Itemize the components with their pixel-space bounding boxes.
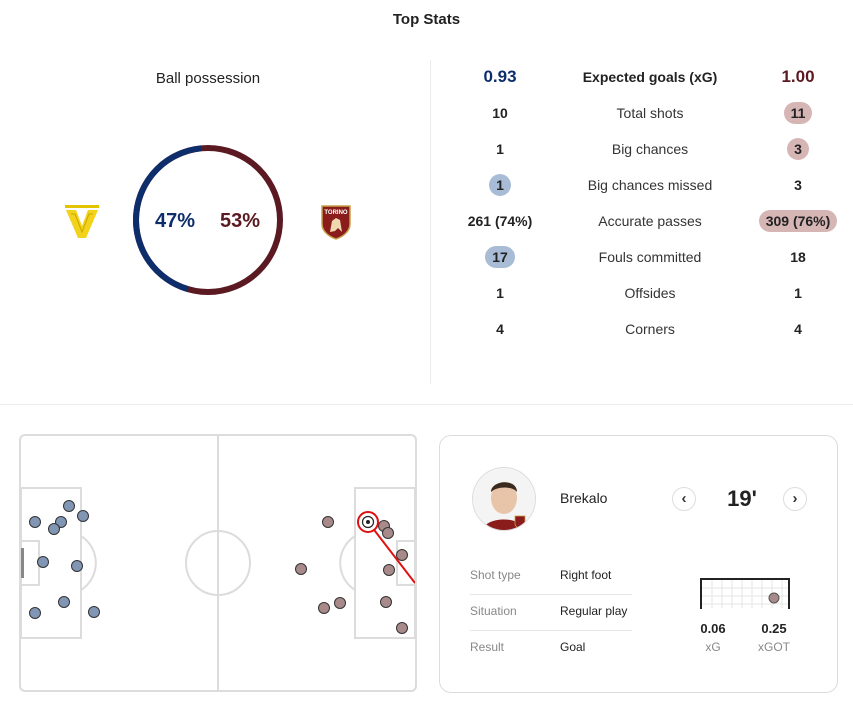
goal-frame-diagram bbox=[700, 578, 790, 609]
stat-label: Big chances bbox=[611, 141, 689, 157]
home-shot-marker[interactable] bbox=[77, 510, 89, 522]
stat-label: Offsides bbox=[624, 285, 676, 301]
torino-logo-icon: TORINO bbox=[321, 205, 351, 240]
stat-label: Total shots bbox=[616, 105, 684, 121]
stat-row-total-shots: 10 Total shots 11 bbox=[440, 101, 853, 137]
stat-home-value: 4 bbox=[496, 321, 504, 337]
shot-info-label: Situation bbox=[470, 604, 517, 618]
stat-label: Accurate passes bbox=[598, 213, 702, 229]
stat-away-value: 11 bbox=[758, 101, 838, 125]
stat-away-value: 1.00 bbox=[781, 67, 815, 86]
shot-info-row: Situation Regular play bbox=[470, 594, 632, 631]
left-penalty-arc bbox=[80, 535, 97, 591]
player-photo-icon bbox=[473, 468, 535, 530]
away-shot-marker[interactable] bbox=[380, 596, 392, 608]
away-shot-marker[interactable] bbox=[322, 516, 334, 528]
away-shot-marker[interactable] bbox=[383, 564, 395, 576]
stat-away-value: 18 bbox=[790, 249, 806, 265]
away-team-logo[interactable]: TORINO bbox=[320, 204, 352, 245]
player-name[interactable]: Brekalo bbox=[560, 490, 607, 506]
ball-possession-title: Ball possession bbox=[155, 70, 261, 87]
shot-placement-marker bbox=[768, 592, 780, 604]
shot-info-value: Goal bbox=[560, 640, 586, 654]
stat-home-value: 17 bbox=[460, 245, 540, 269]
away-shot-marker[interactable] bbox=[396, 549, 408, 561]
home-shot-marker[interactable] bbox=[37, 556, 49, 568]
hellas-verona-logo-icon bbox=[65, 205, 99, 238]
stat-label: Fouls committed bbox=[598, 249, 702, 265]
stat-row-xg: 0.93 Expected goals (xG) 1.00 bbox=[440, 65, 853, 101]
home-shot-marker[interactable] bbox=[88, 606, 100, 618]
stat-home-value: 0.93 bbox=[483, 67, 517, 86]
chevron-right-icon: › bbox=[792, 490, 798, 507]
home-shot-marker[interactable] bbox=[58, 596, 70, 608]
horizontal-divider bbox=[0, 404, 853, 405]
stat-away-value: 309 (76%) bbox=[746, 209, 850, 233]
home-shot-marker[interactable] bbox=[71, 560, 83, 572]
stat-home-value: 1 bbox=[496, 141, 504, 157]
xgot-label: xGOT bbox=[758, 640, 790, 654]
left-goal bbox=[21, 548, 24, 578]
stat-row-big-chances-missed: 1 Big chances missed 3 bbox=[440, 173, 853, 209]
goal-ball-icon-center bbox=[366, 520, 370, 524]
home-team-logo[interactable] bbox=[62, 204, 102, 245]
player-avatar bbox=[472, 467, 536, 531]
shot-info-value: Right foot bbox=[560, 568, 612, 582]
stat-home-value: 10 bbox=[492, 105, 508, 121]
xg-label: xG bbox=[705, 640, 721, 654]
stat-away-value: 4 bbox=[794, 321, 802, 337]
home-possession-value: 47% bbox=[155, 210, 196, 232]
home-shot-marker[interactable] bbox=[29, 607, 41, 619]
home-shot-marker[interactable] bbox=[48, 523, 60, 535]
stat-label: Corners bbox=[625, 321, 675, 337]
stat-home-value: 1 bbox=[496, 285, 504, 301]
stat-away-value: 3 bbox=[758, 137, 838, 161]
xg-value: 0.06 bbox=[700, 621, 726, 636]
home-shot-marker[interactable] bbox=[63, 500, 75, 512]
page-title: Top Stats bbox=[392, 11, 461, 28]
section-divider bbox=[430, 60, 431, 384]
stat-row-accurate-passes: 261 (74%) Accurate passes 309 (76%) bbox=[440, 209, 853, 245]
pitch-svg bbox=[21, 436, 415, 690]
right-penalty-box bbox=[354, 487, 415, 639]
shot-info-row: Shot type Right foot bbox=[470, 558, 632, 595]
shot-map[interactable] bbox=[19, 434, 417, 692]
chevron-left-icon: ‹ bbox=[681, 490, 687, 507]
home-shot-marker[interactable] bbox=[29, 516, 41, 528]
next-shot-button[interactable]: › bbox=[783, 487, 807, 511]
torino-logo-text: TORINO bbox=[324, 210, 348, 216]
shot-info-row: Result Goal bbox=[470, 630, 632, 666]
stat-home-value: 1 bbox=[460, 173, 540, 197]
shot-minute: 19' bbox=[727, 486, 757, 511]
right-penalty-arc bbox=[339, 535, 356, 591]
stat-label: Expected goals (xG) bbox=[582, 69, 718, 85]
stat-row-fouls-committed: 17 Fouls committed 18 bbox=[440, 245, 853, 281]
away-shot-marker[interactable] bbox=[318, 602, 330, 614]
shot-info-label: Shot type bbox=[470, 568, 521, 582]
stat-label: Big chances missed bbox=[587, 177, 713, 193]
stat-row-big-chances: 1 Big chances 3 bbox=[440, 137, 853, 173]
shot-info-label: Result bbox=[470, 640, 505, 654]
away-shot-marker[interactable] bbox=[334, 597, 346, 609]
stat-row-corners: 4 Corners 4 bbox=[440, 317, 853, 353]
away-shot-marker[interactable] bbox=[295, 563, 307, 575]
away-shot-marker[interactable] bbox=[382, 527, 394, 539]
shot-detail-card: Brekalo ‹ 19' › Shot type Right foot Sit… bbox=[439, 435, 838, 693]
stat-away-value: 1 bbox=[794, 285, 802, 301]
stat-home-value: 261 (74%) bbox=[467, 213, 533, 229]
xgot-value: 0.25 bbox=[761, 621, 787, 636]
shot-info-value: Regular play bbox=[560, 604, 628, 618]
stat-row-offsides: 1 Offsides 1 bbox=[440, 281, 853, 317]
stat-away-value: 3 bbox=[794, 177, 802, 193]
previous-shot-button[interactable]: ‹ bbox=[672, 487, 696, 511]
away-possession-value: 53% bbox=[220, 210, 261, 232]
away-shot-marker[interactable] bbox=[396, 622, 408, 634]
